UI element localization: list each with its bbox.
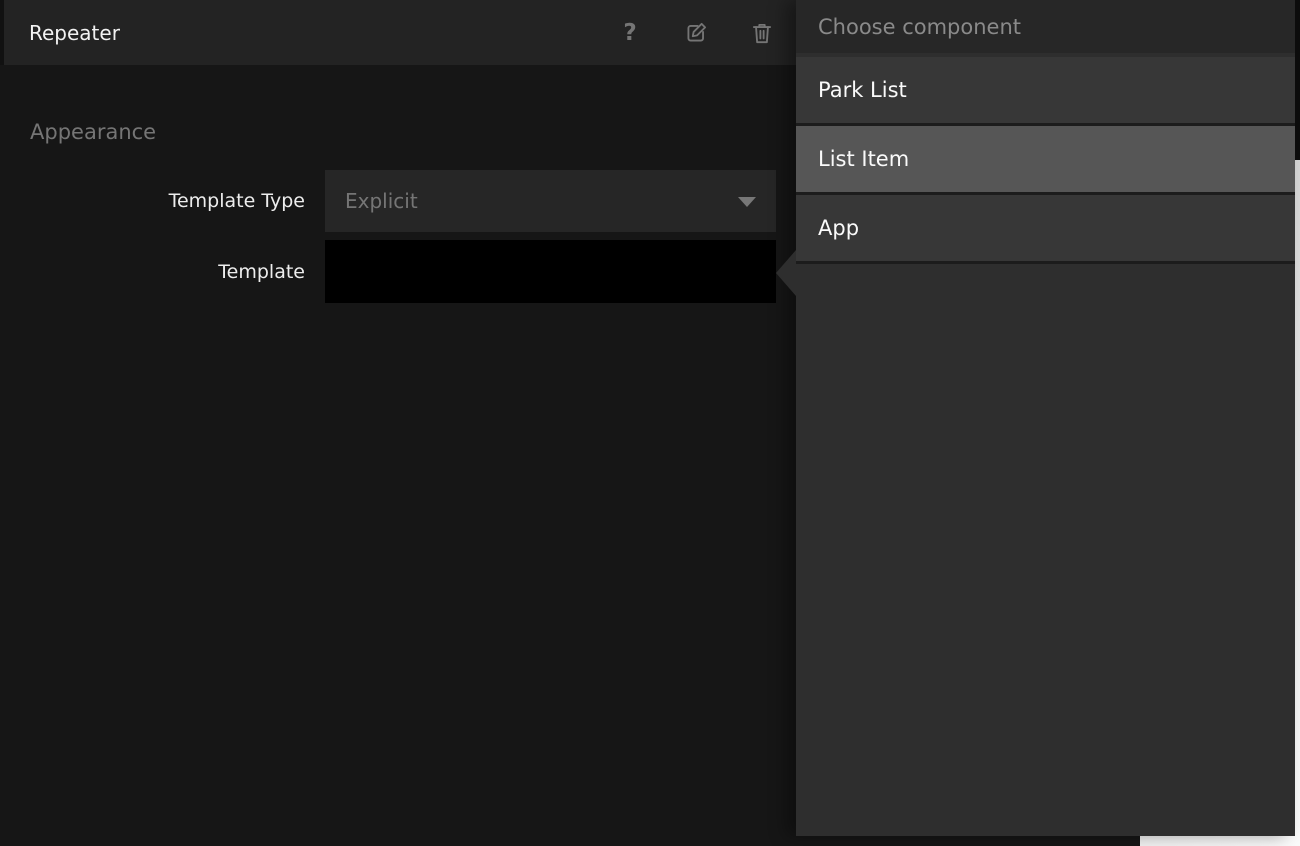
choose-component-popup: Choose component Park List List Item App [796,0,1295,836]
template-field[interactable] [325,240,776,303]
popup-header: Choose component [796,0,1295,53]
popup-left-arrow [776,250,796,296]
help-icon[interactable]: ? [616,19,644,47]
template-type-label: Template Type [0,170,305,232]
template-type-dropdown[interactable]: Explicit [325,170,776,232]
template-label: Template [0,240,305,303]
properties-panel: Repeater ? Appearance [0,0,796,846]
edit-icon[interactable] [682,19,710,47]
popup-item-list-item[interactable]: List Item [796,126,1295,195]
template-row: Template [0,240,796,303]
popup-item-app[interactable]: App [796,195,1295,264]
popup-item-park-list[interactable]: Park List [796,57,1295,126]
panel-title: Repeater [29,0,120,65]
template-type-value: Explicit [345,189,418,213]
template-type-row: Template Type Explicit [0,170,796,232]
panel-header-actions: ? [616,0,776,65]
help-glyph: ? [623,20,636,46]
trash-icon[interactable] [748,19,776,47]
panel-header: Repeater ? [0,0,796,65]
appearance-section-label: Appearance [30,120,156,144]
chevron-down-icon [738,197,756,207]
